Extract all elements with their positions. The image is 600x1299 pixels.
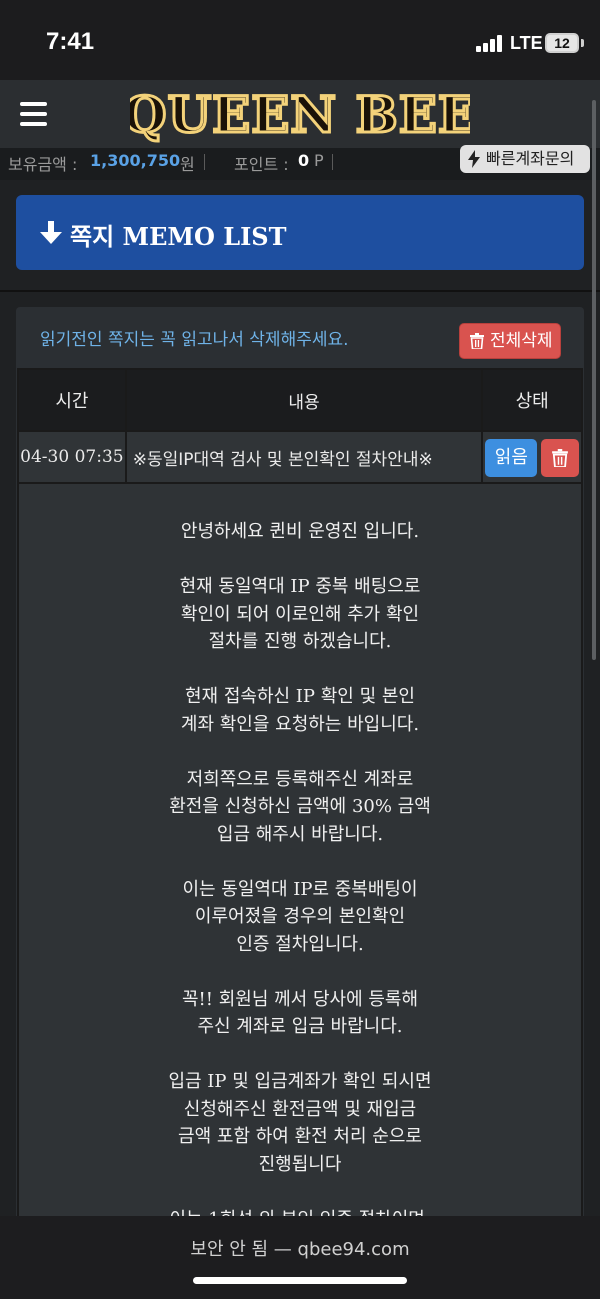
lightning-bolt-icon — [468, 150, 480, 168]
url-text: qbee94.com — [297, 1239, 410, 1260]
address-bar[interactable]: 보안 안 됨 — qbee94.com — [0, 1235, 600, 1261]
table-row[interactable]: 04-30 07:35 ※동일IP대역 검사 및 본인확인 절차안내※ 읽음 — [17, 430, 583, 484]
clock: 7:41 — [46, 28, 95, 55]
page-scrollbar[interactable] — [592, 100, 596, 660]
memo-table: 시간 내용 상태 04-30 07:35 ※동일IP대역 검사 및 본인확인 절… — [17, 368, 583, 484]
status-bar: 7:41 LTE 12 — [0, 0, 600, 80]
memo-list-title: 쪽지 MEMO LIST — [70, 222, 287, 251]
table-header-row: 시간 내용 상태 — [17, 368, 583, 432]
delete-all-label: 전체삭제 — [490, 331, 553, 351]
quick-account-label: 빠른계좌문의 — [486, 149, 575, 168]
column-header-content: 내용 — [124, 368, 484, 432]
balance-unit: 원 — [180, 155, 195, 174]
battery-cap — [581, 39, 584, 47]
balance-label: 보유금액 : — [8, 155, 78, 174]
points-value: 0 — [298, 151, 310, 170]
memo-message-body: 안녕하세요 퀸비 운영진 입니다. 현재 동일역대 IP 중복 배팅으로 확인이… — [168, 521, 432, 1227]
site-header: QUEEN BEE — [0, 80, 600, 148]
divider — [332, 154, 333, 170]
section-divider — [0, 290, 600, 292]
memo-time: 04-30 07:35 — [17, 430, 127, 484]
memo-list-banner: 쪽지 MEMO LIST — [16, 195, 584, 270]
read-button[interactable]: 읽음 — [485, 439, 538, 477]
points-label: 포인트 : — [234, 155, 289, 174]
column-header-status: 상태 — [481, 368, 583, 432]
battery-icon: 12 — [545, 33, 579, 53]
quick-account-inquiry-button[interactable]: 빠른계좌문의 — [460, 145, 590, 173]
hamburger-menu-icon[interactable] — [20, 102, 48, 126]
queen-bee-logo[interactable]: QUEEN BEE — [130, 82, 470, 146]
trash-icon — [470, 333, 484, 349]
cellular-signal-icon — [476, 34, 506, 52]
balance-value: 1,300,750 — [90, 151, 181, 170]
arrow-down-icon — [40, 221, 62, 244]
browser-bottom-bar: 보안 안 됨 — qbee94.com — [0, 1216, 600, 1299]
memo-status-cell: 읽음 — [481, 430, 583, 484]
points-unit: P — [314, 151, 324, 170]
trash-icon — [552, 449, 569, 467]
column-header-time: 시간 — [17, 368, 127, 432]
insecure-label: 보안 안 됨 — — [190, 1239, 292, 1260]
memo-panel: 읽기전인 쪽지는 꼭 읽고나서 삭제해주세요. 전체삭제 시간 내용 상태 04… — [16, 307, 584, 1227]
delete-memo-button[interactable] — [541, 439, 580, 477]
delete-all-button[interactable]: 전체삭제 — [459, 323, 561, 359]
logo-text: QUEEN BEE — [130, 85, 470, 144]
home-indicator[interactable] — [193, 1277, 407, 1284]
divider — [204, 154, 205, 170]
network-type: LTE — [510, 33, 543, 53]
read-before-delete-notice: 읽기전인 쪽지는 꼭 읽고나서 삭제해주세요. — [40, 330, 349, 350]
memo-message-content: 안녕하세요 퀸비 운영진 입니다. 현재 동일역대 IP 중복 배팅으로 확인이… — [17, 484, 583, 1227]
memo-subject[interactable]: ※동일IP대역 검사 및 본인확인 절차안내※ — [124, 430, 484, 484]
